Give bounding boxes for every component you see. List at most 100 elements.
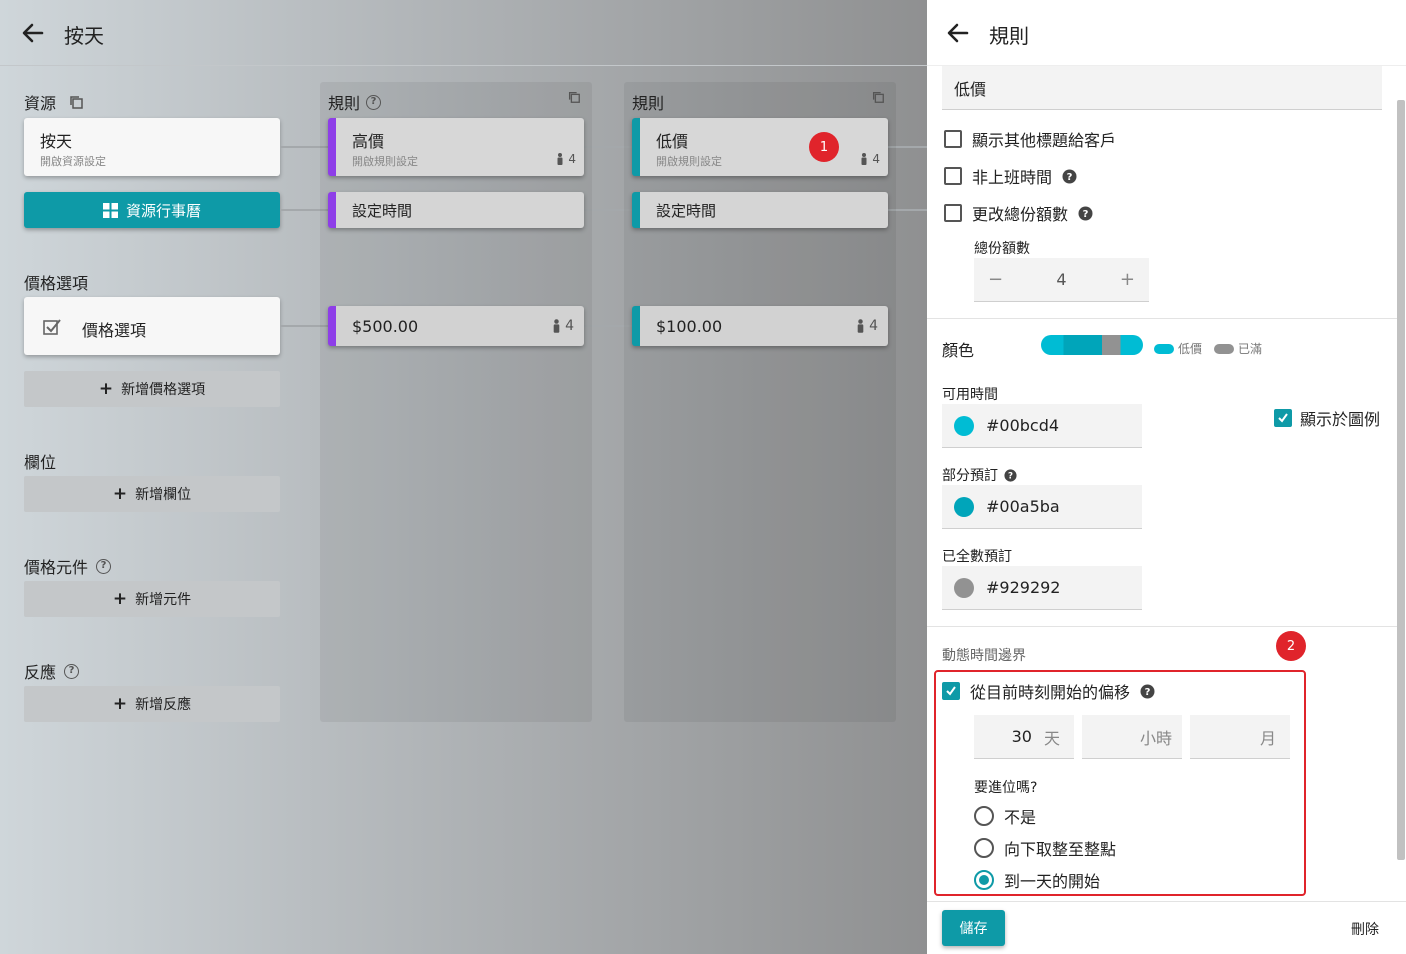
radio-label: 不是 xyxy=(1004,808,1037,827)
copy-icon[interactable] xyxy=(567,90,581,104)
price-card[interactable]: $500.00 4 xyxy=(328,306,584,346)
rule-card-subtitle: 開啟規則設定 xyxy=(656,155,722,168)
capacity-value: 4 xyxy=(565,318,574,334)
price-card[interactable]: $100.00 4 xyxy=(632,306,888,346)
months-input[interactable]: 月 xyxy=(1190,715,1290,759)
panel-header: 規則 xyxy=(927,0,1406,66)
help-icon[interactable]: ? xyxy=(366,94,382,110)
price-options-title: 價格選項 xyxy=(24,274,89,293)
copy-icon[interactable] xyxy=(68,94,84,110)
resource-card[interactable]: 按天 開啟資源設定 xyxy=(24,118,280,176)
help-icon[interactable]: ? xyxy=(96,558,112,574)
radio-button[interactable] xyxy=(974,806,994,826)
show-other-titles-checkbox[interactable]: 顯示其他標題給客戶 xyxy=(944,127,1116,151)
legend-full-label: 已滿 xyxy=(1238,342,1263,356)
checkbox-box[interactable] xyxy=(944,167,962,185)
help-icon[interactable]: ? xyxy=(64,663,80,679)
set-time-card[interactable]: 設定時間 xyxy=(632,192,888,228)
rule-settings-panel: 規則 低價 顯示其他標題給客戶 非上班時間 ? 更改總份額數 ? 總份額數 − … xyxy=(927,0,1406,954)
checkbox-box[interactable] xyxy=(944,204,962,222)
price-components-title: 價格元件 ? xyxy=(24,554,112,578)
rule-card-title: 高價 xyxy=(352,132,385,151)
checkbox-box[interactable] xyxy=(1274,409,1292,427)
help-filled-icon[interactable]: ? xyxy=(1062,169,1077,184)
rule-card-high[interactable]: 高價 開啟規則設定 4 xyxy=(328,118,584,176)
price-option-card[interactable]: 價格選項 xyxy=(24,297,280,355)
divider xyxy=(927,626,1397,627)
partial-color-value: #00a5ba xyxy=(986,497,1060,516)
capacity-count: 4 xyxy=(556,152,576,166)
days-value: 30 xyxy=(1011,727,1032,746)
color-swatch[interactable] xyxy=(954,496,974,517)
resource-card-subtitle: 開啟資源設定 xyxy=(40,155,106,168)
full-color-input[interactable]: #929292 xyxy=(942,566,1142,610)
show-in-legend-checkbox[interactable]: 顯示於圖例 xyxy=(1274,406,1380,430)
partial-booking-text: 部分預訂 xyxy=(942,468,998,484)
help-filled-icon[interactable]: ? xyxy=(1004,468,1017,482)
capacity-count: 4 xyxy=(856,318,878,334)
radio-button[interactable] xyxy=(974,838,994,858)
back-arrow-icon[interactable] xyxy=(20,20,46,46)
rule-card-title: 低價 xyxy=(656,132,689,151)
fully-booked-label: 已全數預訂 xyxy=(942,549,1012,565)
add-price-option-button[interactable]: + 新增價格選項 xyxy=(24,371,280,407)
offset-checkbox[interactable]: 從目前時刻開始的偏移 ? xyxy=(942,679,1155,703)
checkbox-box[interactable] xyxy=(944,130,962,148)
resource-calendar-button[interactable]: 資源行事曆 xyxy=(24,192,280,228)
hours-input[interactable]: 小時 xyxy=(1082,715,1182,759)
increment-button[interactable]: + xyxy=(1120,269,1135,290)
person-icon xyxy=(857,319,864,333)
svg-text:?: ? xyxy=(1008,471,1013,481)
plus-icon: + xyxy=(112,694,128,714)
top-bar: 按天 xyxy=(0,0,927,66)
radio-button[interactable] xyxy=(974,870,994,890)
add-field-label: 新增欄位 xyxy=(135,487,192,503)
available-color-input[interactable]: #00bcd4 xyxy=(942,404,1142,448)
decrement-button[interactable]: − xyxy=(988,269,1003,290)
copy-icon[interactable] xyxy=(871,90,885,104)
quota-value[interactable]: 4 xyxy=(1056,270,1066,289)
checkbox-label: 顯示其他標題給客戶 xyxy=(972,131,1117,150)
days-input[interactable]: 30 天 xyxy=(974,715,1074,759)
price-option-label: 價格選項 xyxy=(82,321,147,340)
radio-label: 向下取整至整點 xyxy=(1004,840,1117,859)
legend-swatch xyxy=(1214,343,1234,354)
available-time-label: 可用時間 xyxy=(942,387,998,403)
color-swatch[interactable] xyxy=(954,577,974,598)
back-arrow-icon[interactable] xyxy=(945,20,971,46)
checkbox-box[interactable] xyxy=(942,682,960,700)
quota-stepper: − 4 + xyxy=(974,258,1149,302)
radio-label: 到一天的開始 xyxy=(1004,872,1101,891)
round-option-day-start[interactable]: 到一天的開始 xyxy=(974,868,1100,892)
rule-column-header-label: 規則 xyxy=(328,94,361,113)
rule-card-low[interactable]: 低價 開啟規則設定 4 xyxy=(632,118,888,176)
non-working-hours-checkbox[interactable]: 非上班時間 ? xyxy=(944,164,1077,188)
add-component-label: 新增元件 xyxy=(135,592,192,608)
legend-swatch xyxy=(1154,343,1174,354)
svg-text:?: ? xyxy=(1145,687,1151,698)
fields-title: 欄位 xyxy=(24,453,57,472)
add-reaction-button[interactable]: + 新增反應 xyxy=(24,686,280,722)
change-total-quota-checkbox[interactable]: 更改總份額數 ? xyxy=(944,201,1093,225)
round-option-hour[interactable]: 向下取整至整點 xyxy=(974,836,1116,860)
scrollbar[interactable] xyxy=(1397,100,1405,860)
add-component-button[interactable]: + 新增元件 xyxy=(24,581,280,617)
person-icon xyxy=(557,153,563,165)
set-time-card[interactable]: 設定時間 xyxy=(328,192,584,228)
checkbox-checked-icon xyxy=(43,319,61,335)
partial-color-input[interactable]: #00a5ba xyxy=(942,485,1142,529)
legend-low-label: 低價 xyxy=(1178,342,1203,356)
help-filled-icon[interactable]: ? xyxy=(1078,206,1093,221)
delete-button[interactable]: 刪除 xyxy=(1351,919,1379,939)
round-option-no[interactable]: 不是 xyxy=(974,804,1036,828)
save-button[interactable]: 儲存 xyxy=(942,910,1005,946)
dynamic-boundary-label: 動態時間邊界 xyxy=(942,648,1026,664)
rule-name-input[interactable]: 低價 xyxy=(942,66,1382,110)
color-swatch[interactable] xyxy=(954,415,974,436)
legend-full: 已滿 xyxy=(1214,340,1262,357)
help-filled-icon[interactable]: ? xyxy=(1140,684,1155,699)
resource-section-title: 資源 xyxy=(24,90,84,114)
panel-title: 規則 xyxy=(989,24,1029,48)
resource-section-label: 資源 xyxy=(24,94,57,113)
add-field-button[interactable]: + 新增欄位 xyxy=(24,476,280,512)
